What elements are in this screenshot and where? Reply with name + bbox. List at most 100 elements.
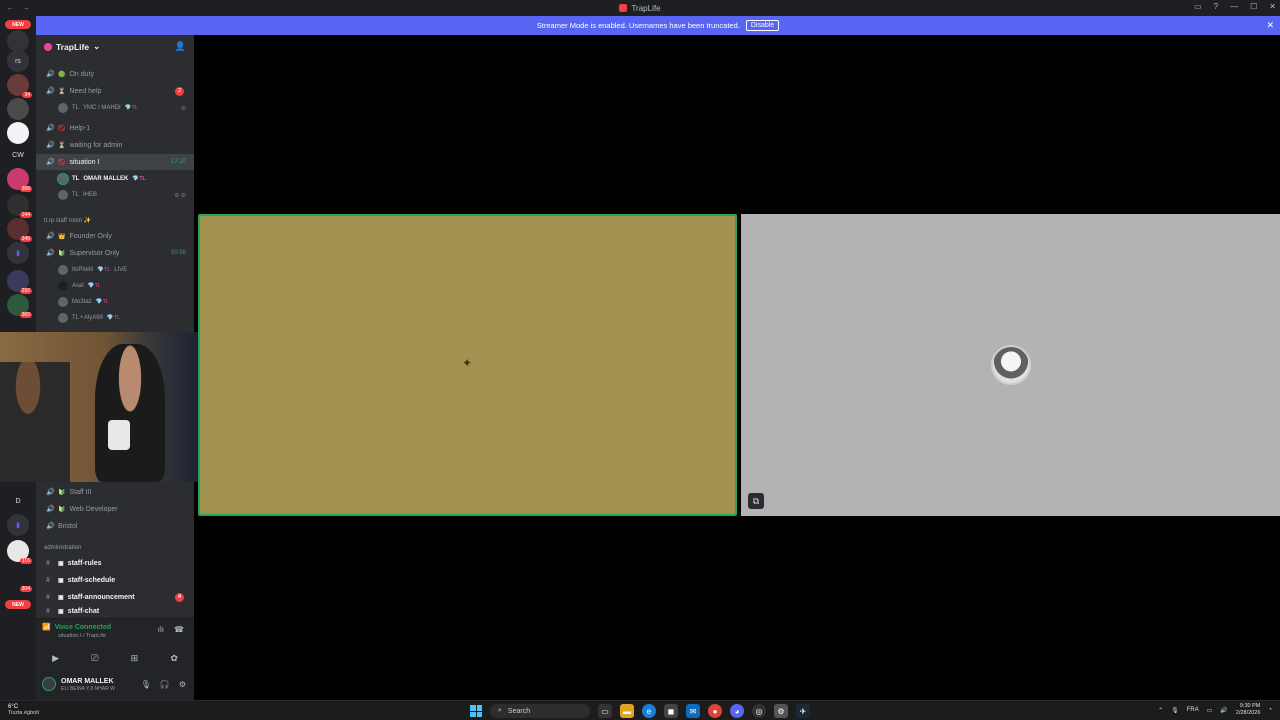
task-view-icon[interactable]: ▭	[598, 704, 612, 718]
voice-channel[interactable]: 🔊 👑 Founder Only	[36, 228, 194, 244]
voice-member[interactable]: Asal 💎TL	[58, 278, 194, 294]
voice-member[interactable]: TL OMAR MALLEK 💎TL	[57, 171, 194, 187]
voice-channel[interactable]: 🔊 Bristol	[36, 518, 194, 534]
network-icon[interactable]: ▭	[1207, 707, 1213, 714]
settings-icon[interactable]: ⚙	[774, 704, 788, 718]
server-icon[interactable]: 144	[7, 194, 32, 218]
channel-name: situation I	[69, 158, 100, 166]
weather-widget[interactable]: 6°C Tiszta égbolt	[8, 704, 39, 716]
voice-channel-active[interactable]: 🔊 🚫 situation I 17:10	[36, 154, 194, 170]
headphones-icon[interactable]: 🎧	[160, 680, 170, 689]
voice-channel[interactable]: 🔊 🔰 Staff III	[36, 484, 194, 500]
speaker-icon: 🔊	[46, 233, 55, 240]
inbox-icon[interactable]: ▭	[1194, 2, 1202, 11]
shield-icon: 🔰	[58, 506, 66, 513]
voice-location[interactable]: situation I / TrapLife	[58, 633, 106, 639]
avatar[interactable]	[42, 677, 56, 691]
server-icon[interactable]: 304	[7, 568, 32, 592]
member-name: OMAR MALLEK	[83, 176, 129, 182]
voice-member[interactable]: TL YMC / MAHDI 💎TL ⊘	[58, 100, 194, 116]
noise-suppression-icon[interactable]: ılı	[158, 625, 164, 634]
server-icon[interactable]: D	[7, 490, 29, 512]
activity-icon[interactable]: ⊞	[131, 653, 139, 664]
text-channel[interactable]: # ▣ staff-announcement 4	[36, 589, 194, 605]
notification-icon[interactable]: ◔	[1268, 707, 1272, 713]
voice-member[interactable]: Mo3taz 💎TL	[58, 294, 194, 310]
new-badge: NEW	[5, 600, 31, 609]
text-channel[interactable]: # ▣ staff-rules	[36, 555, 194, 571]
voice-channel[interactable]: 🔊 🔰 Supervisor Only 50:58	[36, 245, 194, 261]
speaker-icon: 🔊	[46, 489, 55, 496]
disable-button[interactable]: Disable	[745, 20, 780, 31]
close-button[interactable]: ✕	[1269, 2, 1276, 11]
voice-channel[interactable]: 🔊 ⌛ Need help 2	[36, 83, 194, 99]
folder-icon[interactable]: ▮	[7, 242, 29, 264]
category-header[interactable]: tl.rp staff room ✨	[44, 217, 91, 224]
microphone-tray-icon[interactable]: 🎙	[1171, 707, 1179, 714]
minimize-button[interactable]: —	[1230, 2, 1238, 11]
channel-emoji: 🟢	[58, 71, 66, 78]
banner-close-icon[interactable]: ✕	[1266, 20, 1274, 31]
video-tile[interactable]: ⧉	[741, 214, 1280, 516]
voice-member[interactable]: TL • AlyX69 💎TL	[58, 310, 194, 326]
user-panel: OMAR MALLEK ELI BEINA YJI NHAR W 🎙 🎧 ⚙	[36, 668, 194, 700]
text-channel[interactable]: # ▣ staff-chat	[36, 606, 194, 616]
maximize-button[interactable]: ☐	[1250, 2, 1257, 11]
screen-share-icon[interactable]: ⎚	[91, 653, 98, 664]
voice-channel[interactable]: 🔊 🔰 Web Developer	[36, 501, 194, 517]
avatar	[991, 345, 1031, 385]
server-icon[interactable]: rs	[7, 50, 29, 72]
unread-badge: 116	[20, 558, 32, 564]
voice-member[interactable]: ItsPirelli 💎TL LIVE	[58, 262, 194, 278]
language-indicator[interactable]: FRA	[1187, 707, 1199, 713]
streamer-mode-banner: Streamer Mode is enabled. Usernames have…	[36, 16, 1280, 35]
help-icon[interactable]: ?	[1214, 2, 1218, 11]
mail-icon[interactable]: ✉	[686, 704, 700, 718]
voice-member[interactable]: TL IHEB ⊘ ⊘	[58, 187, 194, 203]
channel-name: Founder Only	[69, 232, 112, 240]
camera-off-icon[interactable]: ▶	[52, 653, 59, 664]
server-icon[interactable]: 368	[7, 168, 32, 192]
search-input[interactable]: ⌕ Search	[490, 704, 590, 718]
disconnect-icon[interactable]: ☎	[174, 625, 184, 634]
back-arrow-icon[interactable]: ←	[6, 3, 14, 12]
volume-icon[interactable]: 🔊	[1220, 707, 1227, 714]
discord-icon[interactable]: ◕	[730, 704, 744, 718]
voice-status[interactable]: 📶 Voice Connected	[42, 623, 111, 632]
server-icon[interactable]	[7, 98, 29, 120]
clock[interactable]: 9:30 PM 2/28/2026	[1236, 703, 1260, 717]
popout-icon[interactable]: ⧉	[748, 493, 764, 509]
edge-icon[interactable]: e	[642, 704, 656, 718]
server-icon[interactable]: 292	[7, 270, 32, 294]
microphone-icon[interactable]: 🎙	[141, 680, 151, 689]
text-channel[interactable]: # ▣ staff-schedule	[36, 572, 194, 588]
voice-channel[interactable]: 🔊 🟢 On duty	[36, 66, 194, 82]
server-icon[interactable]: CW	[7, 144, 29, 166]
unread-badge: 346	[19, 236, 32, 242]
server-icon[interactable]: 34	[7, 74, 32, 98]
file-explorer-icon[interactable]: ▬	[620, 704, 634, 718]
mention-badge: 4	[175, 592, 184, 602]
forward-arrow-icon[interactable]: →	[22, 3, 30, 12]
start-button[interactable]	[470, 705, 482, 717]
folder-icon[interactable]: ▮	[7, 514, 29, 536]
chevron-up-icon[interactable]: ⌃	[1158, 707, 1163, 714]
server-icon[interactable]: 369	[7, 294, 32, 318]
server-icon[interactable]: 346	[7, 218, 32, 242]
category-header[interactable]: administration	[44, 545, 81, 551]
add-member-icon[interactable]: 👤	[175, 41, 186, 52]
server-icon[interactable]	[7, 122, 29, 144]
obs-icon[interactable]: ◎	[752, 704, 766, 718]
gear-icon[interactable]: ⚙	[179, 680, 186, 689]
voice-channel[interactable]: 🔊 🚫 Help-1	[36, 120, 194, 136]
store-icon[interactable]: ◼	[664, 704, 678, 718]
voice-channel[interactable]: 🔊 ⌛ waiting for admin	[36, 137, 194, 153]
steam-icon[interactable]: ✈	[796, 704, 810, 718]
video-tile-speaking[interactable]: ✦	[198, 214, 737, 516]
server-icon[interactable]: 116	[7, 540, 32, 564]
chrome-icon[interactable]: ●	[708, 704, 722, 718]
soundboard-icon[interactable]: ✿	[170, 653, 178, 664]
server-icon[interactable]	[7, 30, 29, 52]
user-info[interactable]: OMAR MALLEK ELI BEINA YJI NHAR W	[61, 677, 115, 692]
server-header[interactable]: TrapLife ⌄ 👤	[36, 35, 194, 58]
